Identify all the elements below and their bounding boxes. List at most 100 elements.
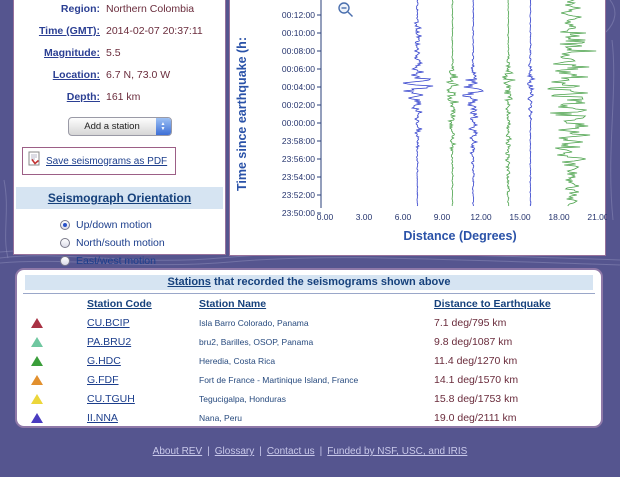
- location-row: Location: 6.7 N, 73.0 W: [14, 64, 225, 86]
- stations-panel-title: Stations that recorded the seismograms s…: [25, 275, 593, 290]
- svg-text:00:04:00: 00:04:00: [282, 82, 315, 92]
- svg-text:00:12:00: 00:12:00: [282, 10, 315, 20]
- header-distance: Distance to Earthquake: [434, 298, 551, 310]
- event-info-panel: Region: Northern Colombia Time (GMT): 20…: [13, 0, 226, 267]
- svg-text:23:54:00: 23:54:00: [282, 172, 315, 182]
- footer-separator: |: [319, 446, 323, 457]
- station-distance: 11.4 deg/1270 km: [434, 354, 518, 367]
- svg-text:00:02:00: 00:02:00: [282, 100, 315, 110]
- station-distance: 9.8 deg/1087 km: [434, 335, 513, 348]
- table-row: PA.BRU2 bru2, Barilles, OSOP, Panama 9.8…: [17, 332, 601, 351]
- footer-separator: |: [207, 446, 210, 457]
- rev-earthquake-viewer: Region: Northern Colombia Time (GMT): 20…: [0, 0, 620, 477]
- save-pdf-button[interactable]: Save seismograms as PDF: [22, 147, 177, 175]
- event-info: Region: Northern Colombia Time (GMT): 20…: [14, 0, 225, 108]
- station-code-link[interactable]: G.HDC: [53, 355, 199, 367]
- station-code-link[interactable]: CU.BCIP: [53, 317, 199, 329]
- radio-north-south-motion[interactable]: North/south motion: [60, 234, 225, 252]
- station-name: Isla Barro Colorado, Panama: [199, 317, 309, 328]
- svg-text:Time since earthquake (h:: Time since earthquake (h:: [235, 37, 249, 191]
- time-gmt-label[interactable]: Time (GMT):: [14, 25, 100, 37]
- radio-up-down-label: Up/down motion: [76, 219, 152, 231]
- station-name: Tegucigalpa, Honduras: [199, 393, 286, 404]
- station-marker-triangle-icon: [31, 317, 43, 328]
- magnitude-value: 5.5: [106, 47, 121, 59]
- station-distance: 15.8 deg/1753 km: [434, 392, 519, 405]
- radio-button-icon[interactable]: [60, 220, 70, 230]
- station-marker-triangle-icon: [31, 393, 43, 404]
- stations-table-header: Station Code Station Name Distance to Ea…: [17, 295, 601, 313]
- radio-button-icon[interactable]: [60, 256, 70, 266]
- footer-link-about-rev[interactable]: About REV: [153, 446, 202, 457]
- svg-text:18.00: 18.00: [548, 212, 570, 222]
- depth-row: Depth: 161 km: [14, 86, 225, 108]
- station-marker-triangle-icon: [31, 336, 43, 347]
- station-name: Nana, Peru: [199, 412, 242, 423]
- footer-link-funded-by[interactable]: Funded by NSF, USC, and IRIS: [327, 446, 467, 457]
- svg-text:00:06:00: 00:06:00: [282, 64, 315, 74]
- location-value: 6.7 N, 73.0 W: [106, 69, 171, 81]
- magnitude-row: Magnitude: 5.5: [14, 42, 225, 64]
- svg-text:00:10:00: 00:10:00: [282, 28, 315, 38]
- table-row: II.NNA Nana, Peru 19.0 deg/2111 km: [17, 408, 601, 427]
- save-pdf-label: Save seismograms as PDF: [46, 155, 168, 167]
- stations-panel: Stations that recorded the seismograms s…: [15, 268, 603, 428]
- svg-text:6.00: 6.00: [395, 212, 412, 222]
- station-name: Heredia, Costa Rica: [199, 355, 276, 366]
- table-row: G.HDC Heredia, Costa Rica 11.4 deg/1270 …: [17, 351, 601, 370]
- station-code-link[interactable]: CU.TGUH: [53, 393, 199, 405]
- footer-separator: |: [259, 446, 262, 457]
- radio-up-down-motion[interactable]: Up/down motion: [60, 216, 225, 234]
- table-row: G.FDF Fort de France - Martinique Island…: [17, 370, 601, 389]
- station-distance: 7.1 deg/795 km: [434, 316, 507, 329]
- station-marker-triangle-icon: [31, 355, 43, 366]
- stations-title-text: that recorded the seismograms shown abov…: [210, 276, 451, 288]
- station-code-link[interactable]: PA.BRU2: [53, 336, 199, 348]
- region-value: Northern Colombia: [106, 3, 195, 15]
- svg-text:9.00: 9.00: [434, 212, 451, 222]
- stations-glossary-link[interactable]: Stations: [167, 276, 210, 288]
- location-label[interactable]: Location:: [14, 69, 100, 81]
- region-row: Region: Northern Colombia: [14, 0, 225, 20]
- orientation-heading-band: Seismograph Orientation: [16, 187, 223, 209]
- station-code-link[interactable]: G.FDF: [53, 374, 199, 386]
- svg-text:12.00: 12.00: [470, 212, 492, 222]
- svg-text:23:56:00: 23:56:00: [282, 154, 315, 164]
- svg-text:3.00: 3.00: [356, 212, 373, 222]
- svg-text:15.00: 15.00: [509, 212, 531, 222]
- svg-text:23:50:00: 23:50:00: [282, 208, 315, 218]
- header-station-code: Station Code: [87, 298, 152, 310]
- svg-text:00:00:00: 00:00:00: [282, 118, 315, 128]
- pdf-icon: [28, 151, 41, 171]
- footer-link-contact-us[interactable]: Contact us: [267, 446, 315, 457]
- orientation-radio-group: Up/down motion North/south motion East/w…: [60, 216, 225, 270]
- station-distance: 19.0 deg/2111 km: [434, 411, 517, 424]
- time-value: 2014-02-07 20:37:11: [106, 25, 203, 37]
- orientation-heading[interactable]: Seismograph Orientation: [48, 191, 191, 205]
- title-divider: [23, 293, 595, 294]
- magnitude-label[interactable]: Magnitude:: [14, 47, 100, 59]
- add-station-select[interactable]: Add a station ▲ ▼: [67, 117, 172, 136]
- svg-text:0.00: 0.00: [317, 212, 334, 222]
- svg-text:23:58:00: 23:58:00: [282, 136, 315, 146]
- table-row: CU.BCIP Isla Barro Colorado, Panama 7.1 …: [17, 313, 601, 332]
- stations-table: Station Code Station Name Distance to Ea…: [17, 295, 601, 427]
- radio-east-west-label: East/west motion: [76, 255, 156, 267]
- zoom-out-icon[interactable]: [338, 2, 353, 17]
- time-row: Time (GMT): 2014-02-07 20:37:11: [14, 20, 225, 42]
- region-label: Region:: [60, 3, 100, 15]
- footer-link-glossary[interactable]: Glossary: [215, 446, 254, 457]
- station-marker-triangle-icon: [31, 412, 43, 423]
- seismogram-record-section-plot[interactable]: 00:12:00 00:10:00 00:08:00 00:06:00 00:04:00…: [230, 0, 607, 257]
- svg-text:00:08:00: 00:08:00: [282, 46, 315, 56]
- radio-button-icon[interactable]: [60, 238, 70, 248]
- seismogram-panel: 00:12:00 00:10:00 00:08:00 00:06:00 00:04:00…: [229, 0, 607, 257]
- svg-text:Distance (Degrees): Distance (Degrees): [403, 229, 516, 243]
- depth-value: 161 km: [106, 91, 141, 103]
- depth-label[interactable]: Depth:: [14, 91, 100, 103]
- radio-north-south-label: North/south motion: [76, 237, 165, 249]
- station-name: Fort de France - Martinique Island, Fran…: [199, 374, 359, 385]
- station-code-link[interactable]: II.NNA: [53, 412, 199, 424]
- station-distance: 14.1 deg/1570 km: [434, 373, 519, 386]
- station-marker-triangle-icon: [31, 374, 43, 385]
